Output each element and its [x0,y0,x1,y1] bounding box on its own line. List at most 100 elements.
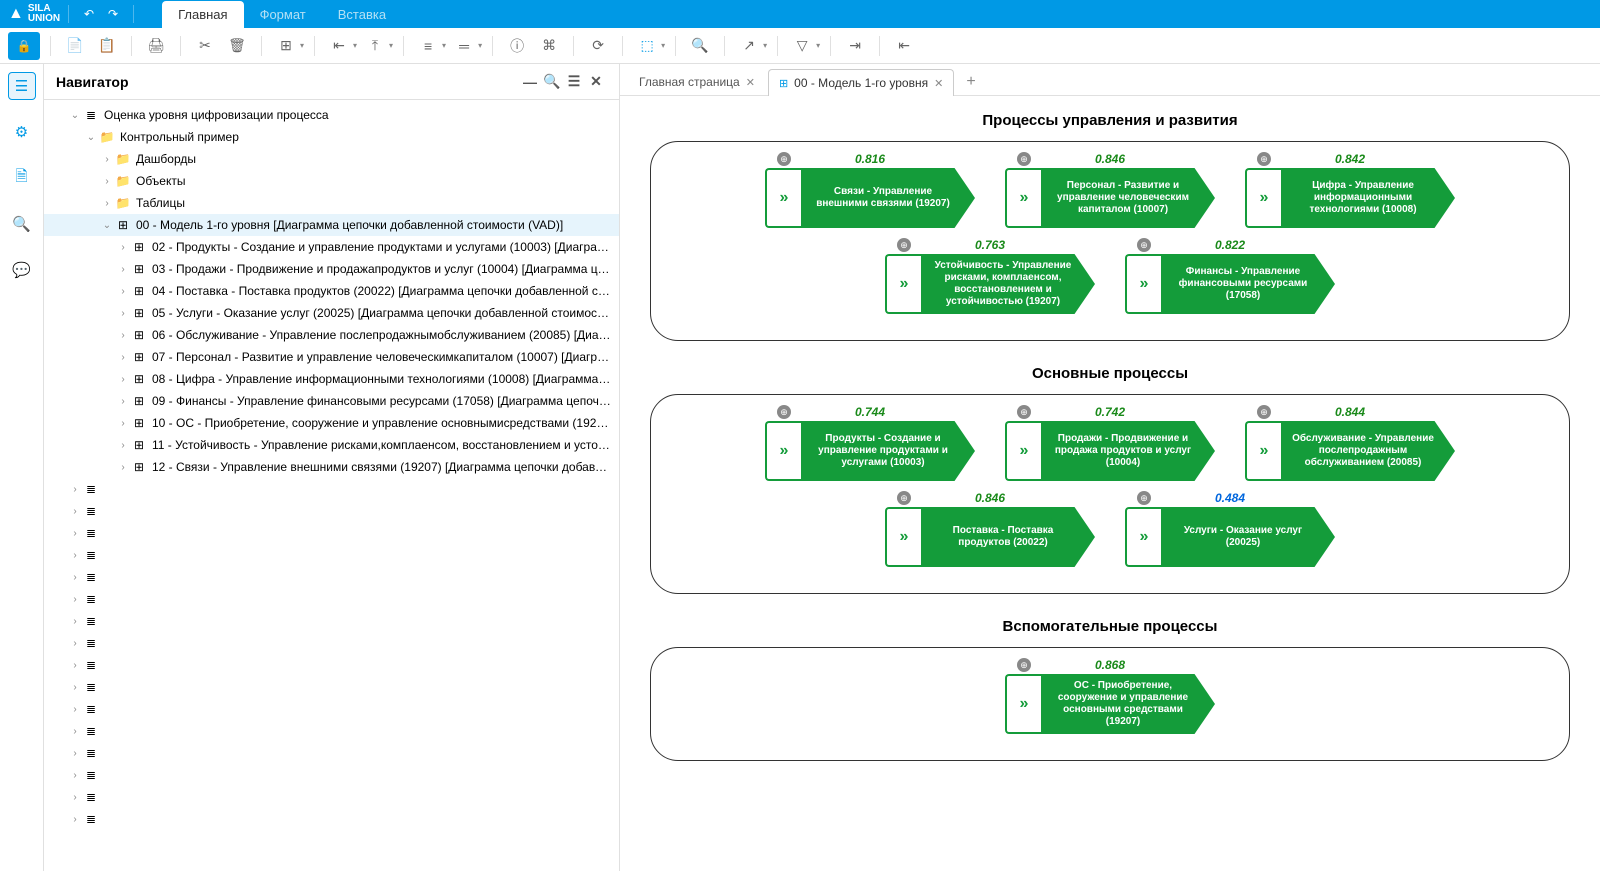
tree-caret-icon[interactable]: › [68,616,82,627]
process-chevron[interactable]: ⊕ 0.822 » Финансы - Управление финансовы… [1125,238,1335,314]
tree-item[interactable]: › ≣ [44,698,619,720]
process-chevron[interactable]: ⊕ 0.846 » Поставка - Поставка продуктов … [885,491,1095,567]
canvas-content[interactable]: Процессы управления и развития ⊕ 0.816 »… [620,96,1600,871]
tree-item[interactable]: › ≣ [44,808,619,830]
tree-item[interactable]: › ≣ [44,522,619,544]
tree-item[interactable]: › ⊞ 07 - Персонал - Развитие и управлени… [44,346,619,368]
tree-caret-icon[interactable]: › [68,484,82,495]
tree-caret-icon[interactable]: ⌄ [68,110,82,121]
tree-item[interactable]: ⌄ ⊞ 00 - Модель 1-го уровня [Диаграмма ц… [44,214,619,236]
tree-item[interactable]: › ≣ [44,654,619,676]
process-chevron[interactable]: ⊕ 0.842 » Цифра - Управление информацион… [1245,152,1455,228]
share-button[interactable]: ↗ [735,32,763,60]
tree-caret-icon[interactable]: › [68,748,82,759]
tree-item[interactable]: › ≣ [44,544,619,566]
tree-caret-icon[interactable]: › [100,176,114,187]
ribbon-tab-main[interactable]: Главная [162,1,243,28]
tree-item[interactable]: › ⊞ 05 - Услуги - Оказание услуг (20025)… [44,302,619,324]
ribbon-tab-format[interactable]: Формат [244,1,322,28]
cut-button[interactable]: ✂ [191,32,219,60]
rail-search-button[interactable]: 🔍 [8,210,36,238]
tree-item[interactable]: › ⊞ 11 - Устойчивость - Управление риска… [44,434,619,456]
tree-item[interactable]: › ≣ [44,764,619,786]
tree-item[interactable]: › ⊞ 02 - Продукты - Создание и управлени… [44,236,619,258]
tree-caret-icon[interactable]: › [68,814,82,825]
rail-settings-button[interactable]: ⚙ [8,118,36,146]
info-button[interactable]: ⓘ [503,32,531,60]
tree-caret-icon[interactable]: ⌄ [84,132,98,143]
tree-caret-icon[interactable]: › [68,572,82,583]
redo-button[interactable]: ↷ [101,2,125,26]
zoom-button[interactable]: 🔍 [686,32,714,60]
canvas-tab-model[interactable]: ⊞ 00 - Модель 1-го уровня ✕ [768,69,954,96]
tree-item[interactable]: › ⊞ 12 - Связи - Управление внешними свя… [44,456,619,478]
tree-caret-icon[interactable]: › [116,264,130,275]
select-button[interactable]: ⬚ [633,32,661,60]
hierarchy-button[interactable]: ⌘ [535,32,563,60]
tree-caret-icon[interactable]: › [116,242,130,253]
align-left-button[interactable]: ≡ [414,32,442,60]
tree-item[interactable]: › ≣ [44,676,619,698]
minimize-icon[interactable]: — [519,71,541,93]
tree-item[interactable]: › ≣ [44,786,619,808]
tree-item[interactable]: ⌄ ≣ Оценка уровня цифровизации процесса [44,104,619,126]
align-v-button[interactable]: ⤒ [361,32,389,60]
align-h-button[interactable]: ⇤ [325,32,353,60]
tree-item[interactable]: › ⊞ 08 - Цифра - Управление информационн… [44,368,619,390]
tree-caret-icon[interactable]: › [68,726,82,737]
delete-button[interactable]: 🗑 [223,32,251,60]
tree-caret-icon[interactable]: › [100,198,114,209]
tree-caret-icon[interactable]: › [100,154,114,165]
tree-item[interactable]: › ≣ [44,478,619,500]
rail-document-button[interactable]: 🗎 [8,164,36,192]
tree-item[interactable]: › 📁 Дашборды [44,148,619,170]
process-chevron[interactable]: ⊕ 0.868 » ОС - Приобретение, сооружение … [1005,658,1215,734]
tree-item[interactable]: › 📁 Объекты [44,170,619,192]
tree-caret-icon[interactable]: › [68,550,82,561]
undo-button[interactable]: ↶ [77,2,101,26]
tree-caret-icon[interactable]: › [68,660,82,671]
tree-caret-icon[interactable]: › [68,792,82,803]
tree-item[interactable]: › ≣ [44,500,619,522]
search-icon[interactable]: 🔍 [541,71,563,93]
import-button[interactable]: ⇥ [841,32,869,60]
process-chevron[interactable]: ⊕ 0.846 » Персонал - Развитие и управлен… [1005,152,1215,228]
tree-caret-icon[interactable]: › [116,374,130,385]
process-chevron[interactable]: ⊕ 0.484 » Услуги - Оказание услуг (20025… [1125,491,1335,567]
line-style-button[interactable]: ═ [450,32,478,60]
tree-caret-icon[interactable]: › [116,462,130,473]
process-chevron[interactable]: ⊕ 0.816 » Связи - Управление внешними св… [765,152,975,228]
tree-caret-icon[interactable]: › [116,418,130,429]
grid-button[interactable]: ⊞ [272,32,300,60]
tree-caret-icon[interactable]: › [68,704,82,715]
paste-button[interactable]: 📋 [93,32,121,60]
lock-button[interactable]: 🔒 [8,32,40,60]
process-chevron[interactable]: ⊕ 0.744 » Продукты - Создание и управлен… [765,405,975,481]
tree-caret-icon[interactable]: › [116,352,130,363]
rail-navigator-button[interactable]: ☰ [8,72,36,100]
tree-item[interactable]: › ⊞ 06 - Обслуживание - Управление после… [44,324,619,346]
tree-item[interactable]: › ⊞ 09 - Финансы - Управление финансовым… [44,390,619,412]
tree-caret-icon[interactable]: › [116,286,130,297]
copy-button[interactable]: 📄 [61,32,89,60]
tree-item[interactable]: › ≣ [44,588,619,610]
filter-button[interactable]: ▽ [788,32,816,60]
tree-caret-icon[interactable]: › [68,770,82,781]
tree-caret-icon[interactable]: › [68,594,82,605]
tree-caret-icon[interactable]: › [116,308,130,319]
tree-caret-icon[interactable]: › [116,330,130,341]
tree-item[interactable]: › ≣ [44,566,619,588]
tree-caret-icon[interactable]: ⌄ [100,220,114,231]
add-tab-button[interactable]: + [956,69,985,95]
close-icon[interactable]: ✕ [934,77,943,90]
tree-caret-icon[interactable]: › [116,440,130,451]
canvas-tab-home[interactable]: Главная страница ✕ [628,68,766,95]
process-chevron[interactable]: ⊕ 0.742 » Продажи - Продвижение и продаж… [1005,405,1215,481]
tree-item[interactable]: › ≣ [44,632,619,654]
process-chevron[interactable]: ⊕ 0.763 » Устойчивость - Управление риск… [885,238,1095,314]
tree-caret-icon[interactable]: › [68,528,82,539]
tree-caret-icon[interactable]: › [116,396,130,407]
tree-item[interactable]: › ⊞ 10 - ОС - Приобретение, сооружение и… [44,412,619,434]
tree-item[interactable]: ⌄ 📁 Контрольный пример [44,126,619,148]
refresh-button[interactable]: ⟳ [584,32,612,60]
